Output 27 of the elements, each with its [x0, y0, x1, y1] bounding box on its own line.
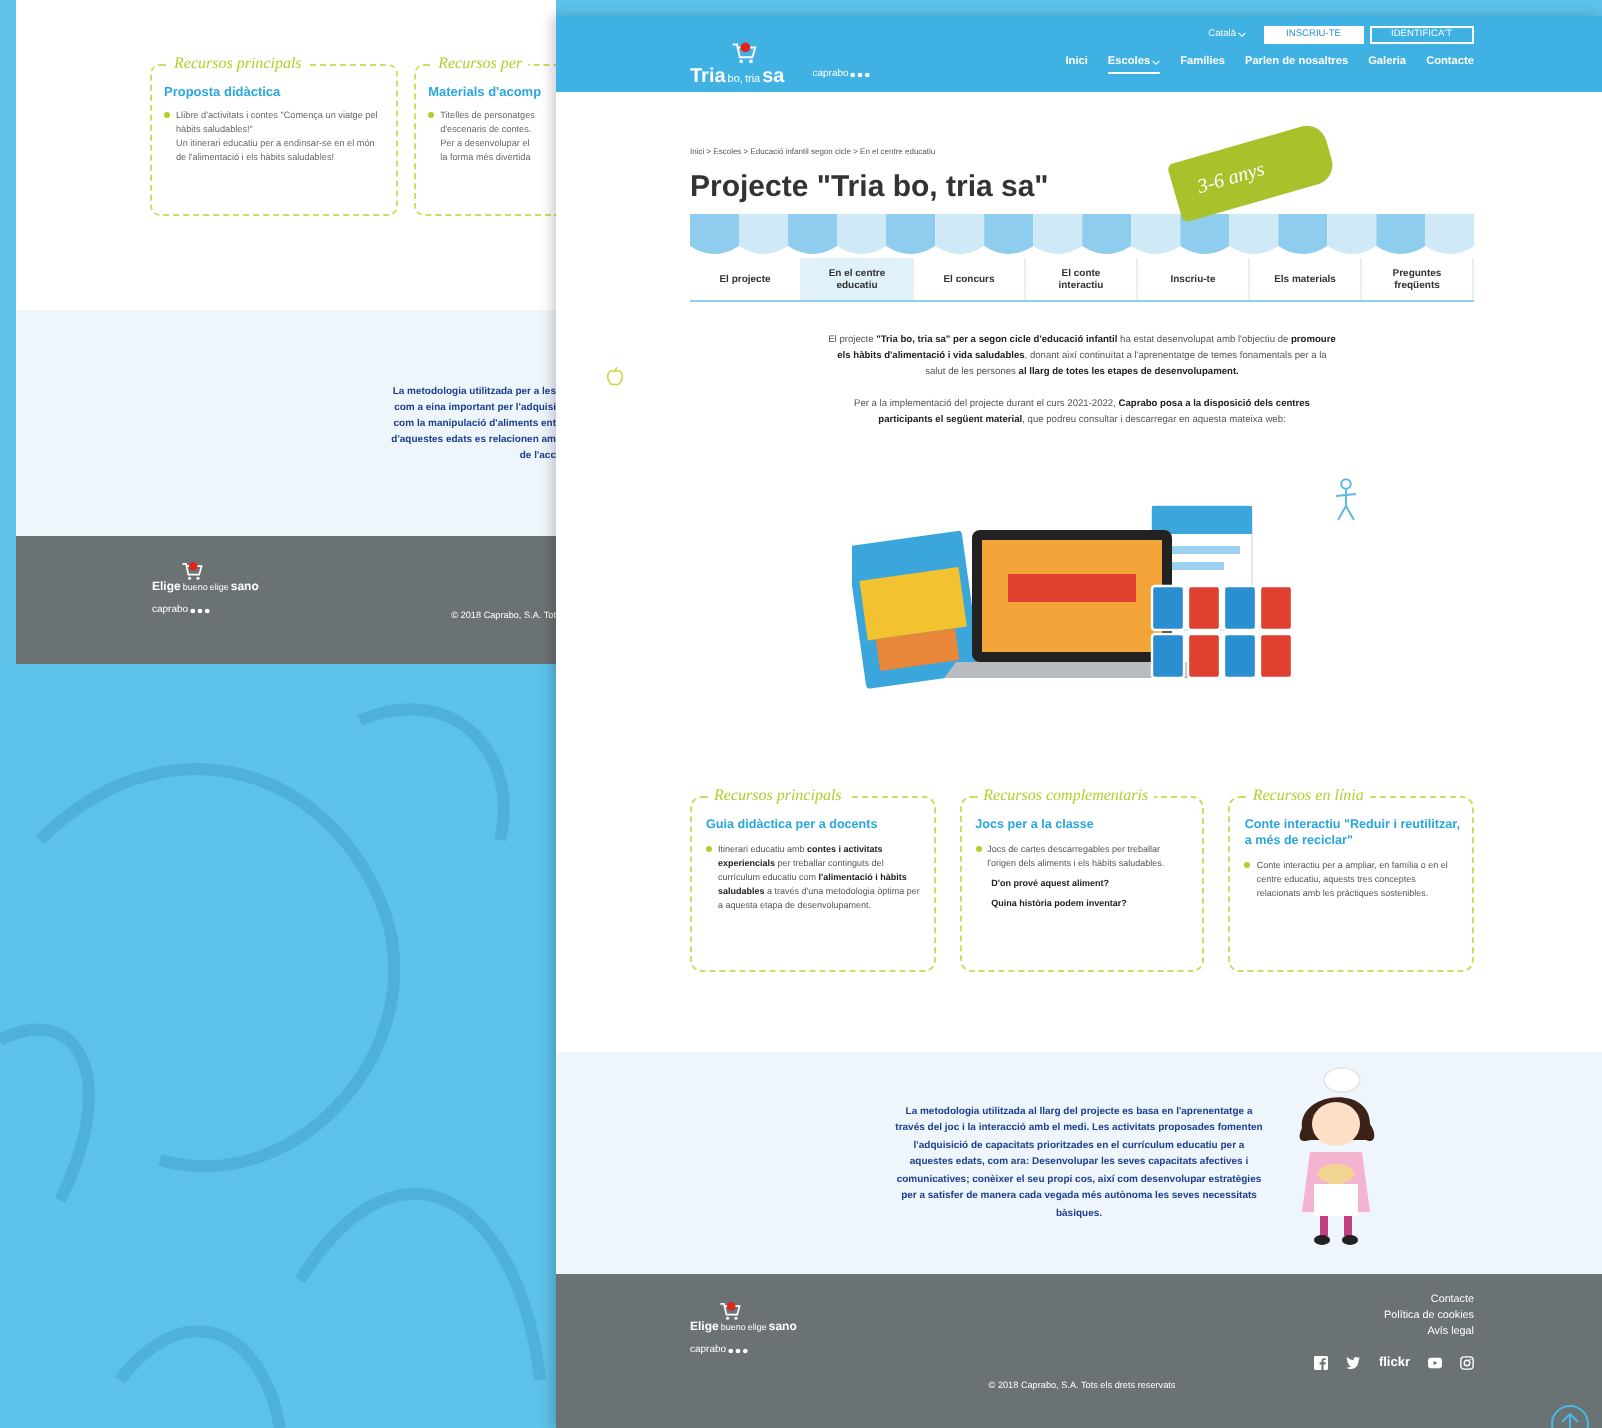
shopping-cart-icon — [718, 1300, 742, 1322]
three-dots-icon — [850, 71, 871, 77]
three-dots-icon — [190, 607, 211, 613]
card-heading: Recursos principals — [168, 54, 308, 72]
card-heading: Recursos per — [432, 54, 529, 72]
card-heading: Recursos principals — [708, 786, 848, 804]
apple-doodle-icon — [606, 366, 624, 388]
three-dots-icon — [728, 1347, 749, 1353]
stick-figure-icon — [1334, 478, 1358, 522]
youtube-icon[interactable] — [1428, 1356, 1442, 1370]
shopping-cart-icon — [180, 560, 204, 582]
logo-text: sa — [762, 66, 785, 88]
card-heading: Recursos complementaris — [977, 786, 1155, 804]
bullet-icon — [428, 111, 435, 117]
shopping-cart-icon — [730, 40, 758, 66]
bullet-icon — [164, 111, 170, 117]
page-title: Projecte "Tria bo, tria sa" — [690, 170, 1049, 204]
instagram-icon[interactable] — [1460, 1356, 1474, 1370]
age-tag: 3-6 anys — [1166, 121, 1338, 223]
logo-text: Tria — [690, 66, 726, 88]
bullet-icon — [975, 845, 982, 851]
bullet-icon — [706, 845, 712, 851]
twitter-icon[interactable] — [1346, 1356, 1361, 1370]
card-heading: Recursos en línia — [1246, 786, 1370, 804]
caret-icon — [1238, 32, 1247, 38]
facebook-icon[interactable] — [1314, 1356, 1329, 1370]
bullet-icon — [1244, 861, 1251, 867]
